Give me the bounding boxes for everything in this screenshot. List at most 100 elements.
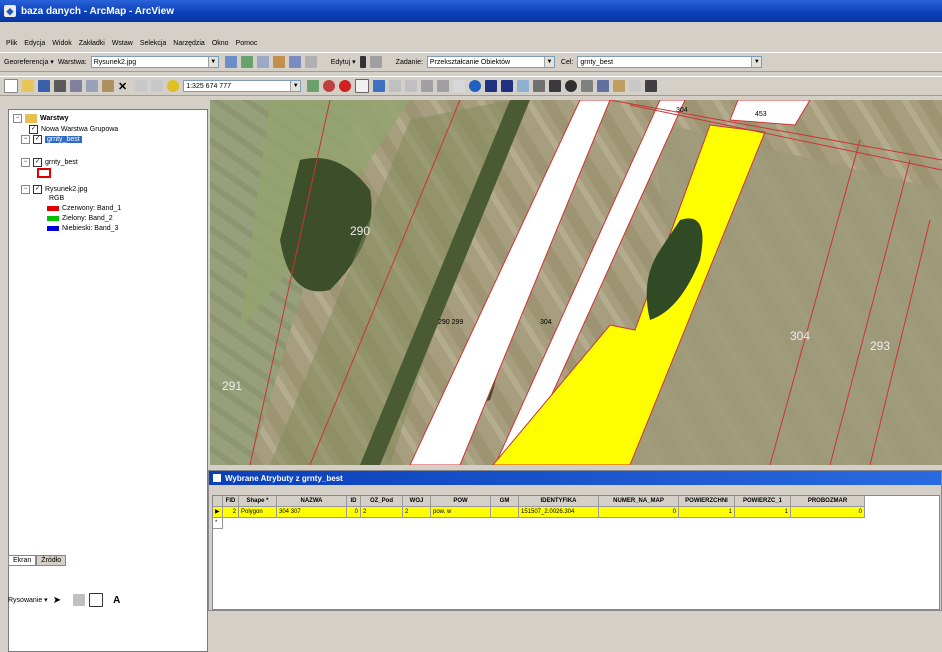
toc-layer-row[interactable]: − ✓ grnty_best bbox=[21, 135, 82, 144]
georef-tool2-icon[interactable] bbox=[304, 56, 317, 68]
select-pointer-icon[interactable]: ➤ bbox=[53, 595, 61, 606]
swipe-icon[interactable] bbox=[645, 80, 658, 92]
forward-extent-icon[interactable] bbox=[501, 80, 514, 92]
target-combo[interactable]: grnty_best ▼ bbox=[577, 56, 763, 68]
menu-help[interactable]: Pomoc bbox=[236, 40, 258, 47]
model-builder-icon[interactable] bbox=[355, 79, 370, 93]
column-header[interactable]: NUMER_NA_MAP bbox=[599, 496, 679, 507]
column-header[interactable]: Shape * bbox=[239, 496, 277, 507]
identify-icon[interactable] bbox=[549, 80, 562, 92]
menu-window[interactable]: Okno bbox=[212, 40, 229, 47]
menu-view[interactable]: Widok bbox=[52, 40, 71, 47]
drawing-menu[interactable]: Rysowanie ▾ bbox=[8, 596, 48, 604]
dropdown-arrow-icon[interactable]: ▼ bbox=[207, 57, 218, 67]
cut-icon[interactable] bbox=[70, 80, 82, 92]
table-cell[interactable]: 2 bbox=[361, 507, 403, 518]
time-slider-icon[interactable] bbox=[629, 80, 642, 92]
rotate-icon[interactable] bbox=[224, 56, 237, 68]
add-control-points-icon[interactable] bbox=[256, 56, 269, 68]
rotate-element-icon[interactable] bbox=[73, 594, 86, 606]
dropdown-arrow-icon[interactable]: ▼ bbox=[751, 57, 762, 67]
menu-insert[interactable]: Wstaw bbox=[112, 40, 133, 47]
table-cell[interactable]: pow. w bbox=[431, 507, 491, 518]
save-icon[interactable] bbox=[38, 80, 50, 92]
layer-combo[interactable]: Rysunek2.jpg ▼ bbox=[90, 56, 219, 68]
georef-tool-icon[interactable] bbox=[288, 56, 301, 68]
column-header[interactable]: PROBOZMAR bbox=[791, 496, 865, 507]
menu-tools[interactable]: Narzędzia bbox=[173, 40, 205, 47]
zoom-in-icon[interactable] bbox=[389, 80, 402, 92]
column-header[interactable]: POW bbox=[431, 496, 491, 507]
tab-source[interactable]: Źródło bbox=[36, 555, 67, 566]
polygon-symbol-icon[interactable] bbox=[37, 168, 51, 178]
attribute-table-window[interactable]: Wybrane Atrybuty z grnty_best FID Shape *… bbox=[208, 470, 942, 611]
help-icon[interactable] bbox=[373, 80, 386, 92]
column-header[interactable]: NAZWA bbox=[277, 496, 347, 507]
map-view[interactable]: 304 453 290 299 304 304 290 293 291 bbox=[210, 100, 942, 465]
table-cell[interactable]: 0 bbox=[347, 507, 361, 518]
measure-icon[interactable] bbox=[581, 80, 594, 92]
dropdown-arrow-icon[interactable]: ▼ bbox=[290, 81, 301, 91]
menu-bookmarks[interactable]: Zakładki bbox=[79, 40, 105, 47]
collapse-icon[interactable]: − bbox=[21, 158, 30, 167]
paste-icon[interactable] bbox=[102, 80, 114, 92]
print-icon[interactable] bbox=[54, 80, 66, 92]
undo-icon[interactable] bbox=[135, 80, 148, 92]
full-extent-icon[interactable] bbox=[469, 80, 482, 92]
shift-icon[interactable] bbox=[240, 56, 253, 68]
table-cell[interactable] bbox=[491, 507, 519, 518]
layer-visible-checkbox[interactable]: ✓ bbox=[33, 185, 42, 194]
select-features-icon[interactable] bbox=[517, 80, 530, 92]
column-header[interactable]: FID bbox=[223, 496, 239, 507]
menu-edit[interactable]: Edycja bbox=[24, 40, 45, 47]
delete-icon[interactable]: ✕ bbox=[118, 80, 127, 93]
table-cell[interactable]: 1 bbox=[735, 507, 791, 518]
column-header[interactable]: IDENTYFIKA bbox=[519, 496, 599, 507]
task-combo[interactable]: Przekształcanie Obiektów ▼ bbox=[426, 56, 555, 68]
georef-menu[interactable]: Georeferencja ▾ bbox=[4, 58, 54, 66]
add-data-icon[interactable] bbox=[167, 80, 180, 92]
zoom-out-icon[interactable] bbox=[405, 80, 418, 92]
new-row[interactable]: * bbox=[213, 518, 939, 529]
column-header[interactable]: ID bbox=[347, 496, 361, 507]
new-document-icon[interactable] bbox=[4, 79, 18, 93]
collapse-icon[interactable]: − bbox=[21, 135, 30, 144]
table-cell[interactable]: 0 bbox=[599, 507, 679, 518]
edit-tool-icon[interactable] bbox=[359, 56, 366, 68]
redo-icon[interactable] bbox=[151, 80, 164, 92]
toc-layer-row[interactable]: − ✓ Rysunek2.jpg bbox=[21, 185, 87, 194]
column-header[interactable]: OZ_Pod bbox=[361, 496, 403, 507]
command-line-icon[interactable] bbox=[339, 80, 352, 92]
row-selector-icon[interactable]: ▶ bbox=[213, 507, 223, 518]
menu-selection[interactable]: Selekcja bbox=[140, 40, 166, 47]
attribute-grid[interactable]: FID Shape * NAZWA ID OZ_Pod WOJ POW GM IDENTYFIK… bbox=[212, 495, 940, 610]
sketch-tool-icon[interactable] bbox=[369, 56, 382, 68]
column-header[interactable]: POWIERZCHNI bbox=[679, 496, 735, 507]
rectangle-icon[interactable] bbox=[89, 593, 104, 607]
table-cell[interactable]: 0 bbox=[791, 507, 865, 518]
pan-icon[interactable] bbox=[453, 80, 466, 92]
table-cell[interactable]: Polygon bbox=[239, 507, 277, 518]
table-cell[interactable]: 2 bbox=[223, 507, 239, 518]
table-row[interactable]: ▶ 2 Polygon 304 307 0 2 2 pow. w 151507_2.0026.3… bbox=[213, 507, 939, 518]
html-popup-icon[interactable] bbox=[613, 80, 626, 92]
map-canvas[interactable]: 304 453 290 299 304 304 290 293 291 bbox=[210, 100, 942, 465]
editor-menu[interactable]: Edytuj ▾ bbox=[331, 58, 356, 66]
back-extent-icon[interactable] bbox=[485, 80, 498, 92]
column-header[interactable]: WOJ bbox=[403, 496, 431, 507]
arctoolbox-icon[interactable] bbox=[323, 80, 336, 92]
layer-visible-checkbox[interactable]: ✓ bbox=[33, 158, 42, 167]
layer-visible-checkbox[interactable]: ✓ bbox=[29, 125, 38, 134]
column-header[interactable]: POWIERZC_1 bbox=[735, 496, 791, 507]
table-cell[interactable]: 151507_2.0026.304 bbox=[519, 507, 599, 518]
column-header[interactable]: GM bbox=[491, 496, 519, 507]
map-scale-combo[interactable]: 1:325 674 777 ▼ bbox=[183, 80, 302, 92]
table-cell[interactable]: 2 bbox=[403, 507, 431, 518]
text-tool[interactable]: A bbox=[113, 595, 120, 606]
find-icon[interactable] bbox=[565, 80, 578, 92]
collapse-icon[interactable]: − bbox=[21, 185, 30, 194]
copy-icon[interactable] bbox=[86, 80, 98, 92]
layer-visible-checkbox[interactable]: ✓ bbox=[33, 135, 42, 144]
tab-display[interactable]: Ekran bbox=[8, 555, 37, 566]
toc-root-row[interactable]: − Warstwy bbox=[13, 114, 69, 123]
